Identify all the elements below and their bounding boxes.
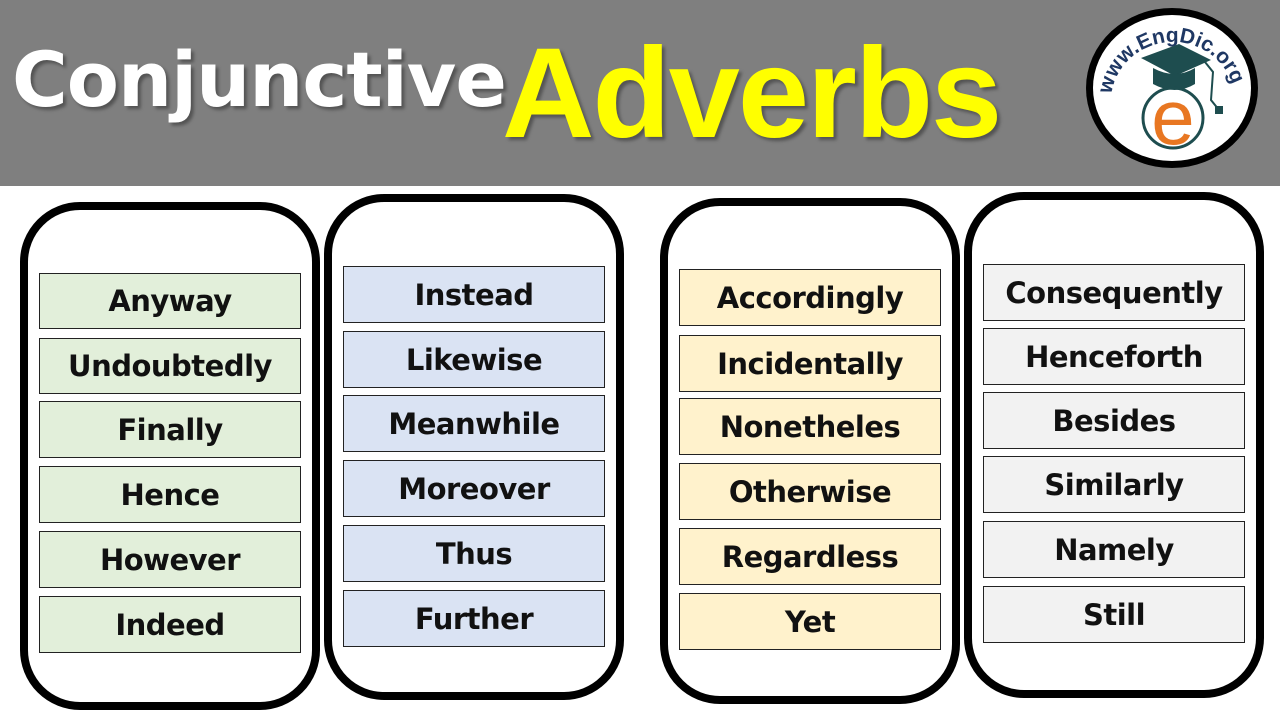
list-item: Regardless <box>679 528 941 585</box>
column-2-card: Instead Likewise Meanwhile Moreover Thus… <box>324 194 624 700</box>
engdic-logo-icon: www.EngDic.org e <box>1086 8 1258 168</box>
logo-letter: e <box>1151 73 1194 161</box>
title-conjunctive: Conjunctive <box>12 35 507 124</box>
column-1-card: Anyway Undoubtedly Finally Hence However… <box>20 202 320 710</box>
list-item: Yet <box>679 593 941 650</box>
list-item: Hence <box>39 466 301 523</box>
list-item: Namely <box>983 521 1245 578</box>
list-item: Similarly <box>983 456 1245 513</box>
list-item: Indeed <box>39 596 301 653</box>
column-3-card: Accordingly Incidentally Nonetheles Othe… <box>660 198 960 704</box>
list-item: Meanwhile <box>343 395 605 452</box>
list-item: However <box>39 531 301 588</box>
list-item: Undoubtedly <box>39 338 301 394</box>
list-item: Accordingly <box>679 269 941 326</box>
list-item: Finally <box>39 401 301 458</box>
list-item: Still <box>983 586 1245 643</box>
list-item: Moreover <box>343 460 605 517</box>
list-item: Besides <box>983 392 1245 449</box>
list-item: Thus <box>343 525 605 582</box>
list-item: Otherwise <box>679 463 941 520</box>
header-banner: Conjunctive Adverbs www.EngDic.org e <box>0 0 1280 186</box>
list-item: Nonetheles <box>679 398 941 455</box>
column-4-card: Consequently Henceforth Besides Similarl… <box>964 192 1264 698</box>
list-item: Anyway <box>39 273 301 329</box>
list-item: Henceforth <box>983 328 1245 385</box>
list-item: Instead <box>343 266 605 323</box>
list-item: Incidentally <box>679 335 941 392</box>
list-item: Likewise <box>343 331 605 388</box>
title-adverbs: Adverbs <box>502 22 1002 165</box>
list-item: Further <box>343 590 605 647</box>
list-item: Consequently <box>983 264 1245 321</box>
